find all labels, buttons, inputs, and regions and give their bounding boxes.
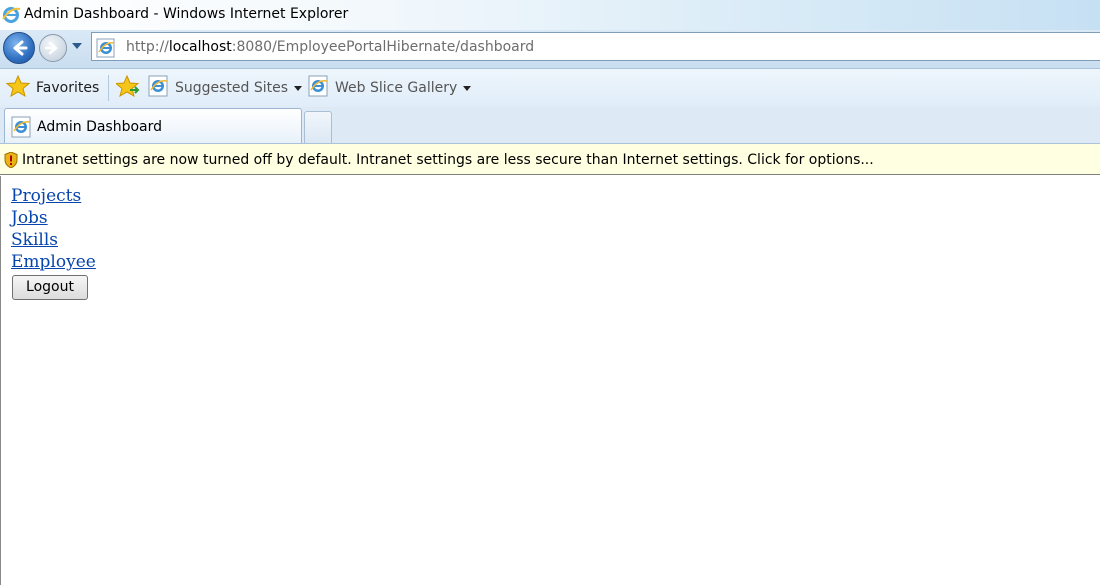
window-title: Admin Dashboard - Windows Internet Explo… [24,6,349,22]
star-icon [5,74,31,101]
arrow-left-icon [13,40,28,56]
tab-strip: Admin Dashboard [0,107,1100,144]
url-host: localhost [168,39,232,55]
ie-page-icon [308,75,330,101]
navigation-bar: http://localhost:8080/EmployeePortalHibe… [0,30,1100,69]
suggested-sites-label: Suggested Sites [175,80,289,96]
url-text[interactable]: http://localhost:8080/EmployeePortalHibe… [126,39,534,55]
separator [108,75,109,101]
web-slice-gallery-label: Web Slice Gallery [335,80,458,96]
skills-link[interactable]: Skills [11,230,58,250]
ie-page-icon [148,75,170,101]
suggested-sites-menu[interactable]: Suggested Sites [148,69,303,107]
chevron-down-icon [463,85,472,91]
information-bar-message: Intranet settings are now turned off by … [22,152,874,168]
projects-link[interactable]: Projects [11,186,81,206]
information-bar[interactable]: Intranet settings are now turned off by … [0,144,1100,175]
favorites-label: Favorites [36,80,100,96]
ie-logo-icon [1,5,21,29]
address-bar[interactable]: http://localhost:8080/EmployeePortalHibe… [91,32,1100,61]
tab-label: Admin Dashboard [37,119,163,135]
web-slice-gallery-menu[interactable]: Web Slice Gallery [308,69,472,107]
add-favorite-star-icon [114,74,140,101]
jobs-link[interactable]: Jobs [11,208,48,228]
add-to-favorites-bar-button[interactable] [114,69,140,107]
tab-admin-dashboard[interactable]: Admin Dashboard [4,108,302,143]
ie-page-icon [11,116,33,142]
arrow-right-icon [44,41,58,55]
forward-button[interactable] [39,34,67,62]
url-path: :8080/EmployeePortalHibernate/dashboard [231,39,535,55]
employee-link[interactable]: Employee [11,252,96,272]
shield-warning-icon [4,151,18,172]
history-dropdown-icon[interactable] [72,43,82,49]
favorites-bar: Favorites Suggested Sites Web Slice Gall… [0,69,1100,107]
favorites-button[interactable]: Favorites [5,69,100,107]
logout-button[interactable]: Logout [12,275,88,300]
ie-page-icon [96,38,118,62]
url-prefix: http:// [126,39,169,55]
page-content: Projects Jobs Skills Employee Logout [0,176,1099,585]
new-tab-button[interactable] [304,111,332,143]
chevron-down-icon [294,85,303,91]
back-button[interactable] [3,32,35,64]
window-title-bar: Admin Dashboard - Windows Internet Explo… [0,0,1100,30]
